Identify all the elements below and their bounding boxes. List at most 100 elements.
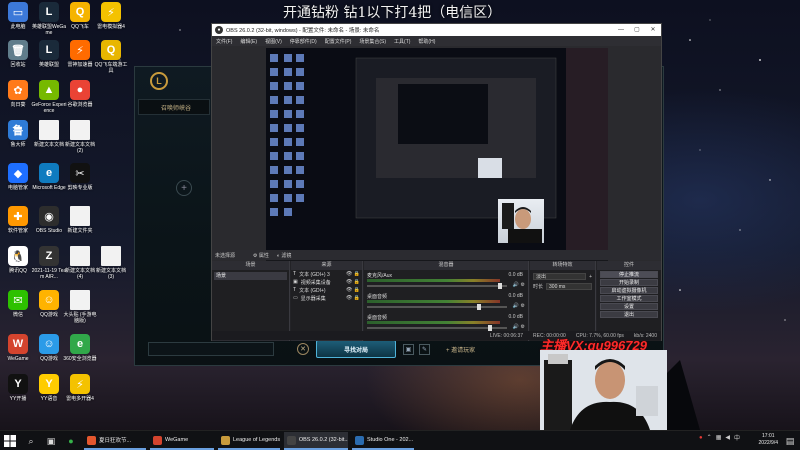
desktop-icon-label: 新建文件夹: [67, 228, 93, 234]
ime-icon[interactable]: 中: [734, 433, 740, 442]
mute-icon[interactable]: 🔊 ⚙: [513, 282, 525, 288]
source-item[interactable]: ▣ 视频采集设备 👁 🔒: [291, 278, 362, 286]
maximize-icon[interactable]: ▢: [629, 24, 645, 36]
control-button[interactable]: 开始录制: [600, 279, 658, 286]
desktop-app-icon: Y: [39, 374, 59, 394]
obs-preview-canvas[interactable]: [266, 48, 608, 268]
scene-item[interactable]: 场景: [214, 272, 287, 280]
obs-menu-item[interactable]: 帮助(H): [418, 38, 435, 45]
desktop-app-icon: [101, 246, 121, 266]
desktop-app-icon: ⚡: [101, 2, 121, 22]
control-button[interactable]: 退出: [600, 311, 658, 318]
taskbar-app[interactable]: Studio One - 202...: [352, 432, 414, 450]
taskbar-app-label: WeGame: [165, 437, 189, 443]
duration-input[interactable]: 300 ms: [546, 283, 592, 290]
source-label: 文本 (GDI+) 3: [299, 271, 330, 278]
volume-slider-track[interactable]: [367, 327, 507, 329]
obs-menu-item[interactable]: 工具(T): [394, 38, 410, 45]
volume-slider-handle[interactable]: [477, 304, 481, 310]
mute-icon[interactable]: 🔊 ⚙: [513, 303, 525, 309]
taskbar-clock[interactable]: 17:01 2022/9/4: [759, 433, 778, 447]
search-icon[interactable]: ⌕: [24, 434, 38, 448]
volume-slider-track[interactable]: [367, 285, 507, 287]
volume-slider-track[interactable]: [367, 306, 507, 308]
browser-pin-icon[interactable]: ●: [64, 434, 78, 448]
close-icon[interactable]: ✕: [645, 24, 661, 36]
visibility-icon[interactable]: 👁 🔒: [346, 287, 360, 293]
desktop-icon[interactable]: e 360安全浏览器: [62, 334, 98, 362]
chat-input[interactable]: [148, 342, 274, 356]
obs-menu-item[interactable]: 停靠部件(D): [290, 38, 317, 45]
source-item[interactable]: T 文本 (GDI+) 👁 🔒: [291, 286, 362, 294]
network-icon[interactable]: ▦: [716, 434, 722, 441]
volume-meter: [367, 279, 500, 282]
settings-icon[interactable]: ▣: [403, 344, 414, 355]
desktop-icon-label: QQ飞车端游工具: [94, 62, 128, 74]
tray-app-icon[interactable]: ●: [699, 435, 703, 441]
find-match-button[interactable]: 寻找对局: [316, 340, 396, 358]
add-transition-icon[interactable]: +: [589, 274, 592, 280]
desktop-icon[interactable]: 新建文本文档 (2): [62, 120, 98, 154]
visibility-icon[interactable]: 👁 🔒: [346, 295, 360, 301]
edit-icon[interactable]: ✎: [419, 344, 430, 355]
controls-dock-title: 控件: [597, 261, 661, 270]
mixer-db-value: 0.0 dB: [508, 272, 523, 278]
desktop-icon[interactable]: ● 谷歌浏览器: [62, 80, 98, 108]
obs-titlebar: ● OBS 26.0.2 (32-bit, windows) - 配置文件: 未…: [212, 24, 661, 36]
taskbar-app[interactable]: OBS 26.0.2 (32-bit...: [284, 432, 348, 450]
taskbar-app[interactable]: WeGame: [150, 432, 214, 450]
control-button[interactable]: 停止推流: [600, 271, 658, 278]
source-type-icon: T: [293, 287, 297, 293]
minimize-icon[interactable]: —: [613, 24, 629, 36]
tray-chevron-icon[interactable]: ⌃: [707, 434, 712, 441]
desktop-icon[interactable]: ✂ 剪映专业版: [62, 163, 98, 191]
game-mode-tab[interactable]: 召唤师峡谷: [138, 99, 210, 115]
desktop-icon[interactable]: 新建文件夹: [62, 206, 98, 234]
task-view-icon[interactable]: ▣: [44, 434, 58, 448]
mixer-channel-label: 桌面音频: [367, 294, 388, 300]
source-item[interactable]: ▭ 显示器采集 👁 🔒: [291, 294, 362, 302]
obs-menu-item[interactable]: 视图(V): [265, 38, 282, 45]
desktop-icon[interactable]: Q QQ飞车端游工具: [93, 40, 129, 74]
taskbar-app[interactable]: League of Legends: [218, 432, 280, 450]
desktop-icon[interactable]: 大头贴 (手游电脑版): [62, 290, 98, 324]
notification-icon[interactable]: ▤: [783, 434, 797, 448]
volume-icon[interactable]: ◀: [725, 434, 730, 441]
properties-button[interactable]: ⚙ 属性: [253, 252, 269, 259]
desktop-app-icon: ✉: [8, 290, 28, 310]
transition-select[interactable]: 淡出: [533, 273, 587, 280]
control-button[interactable]: 工作室模式: [600, 295, 658, 302]
mixer-dock: 混音器 麦克风/Aux 0.0 dB 🔊 ⚙ 桌面音频 0.0 dB 🔊 ⚙ 桌面音频 0.0…: [364, 261, 529, 341]
visibility-icon[interactable]: 👁 🔒: [346, 271, 360, 277]
desktop-app-icon: ⚡: [70, 40, 90, 60]
mute-icon[interactable]: 🔊 ⚙: [513, 324, 525, 330]
desktop-app-icon: [70, 206, 90, 226]
visibility-icon[interactable]: 👁 🔒: [346, 279, 360, 285]
taskbar-app[interactable]: 夏日狂欢节...: [84, 432, 146, 450]
source-item[interactable]: T 文本 (GDI+) 3 👁 🔒: [291, 270, 362, 278]
add-player-icon[interactable]: +: [176, 180, 192, 196]
obs-menu-item[interactable]: 编辑(E): [240, 38, 257, 45]
desktop-app-icon: ▭: [8, 2, 28, 22]
controls-dock: 控件 停止推流 开始录制 启动虚拟摄像机 工作室模式 设置 退出: [597, 261, 661, 341]
taskbar-app-icon: [153, 435, 162, 445]
desktop-icon[interactable]: ⚡ 雷电模拟器4: [93, 2, 129, 30]
filters-button[interactable]: ◐ 滤镜: [277, 252, 291, 259]
close-lobby-button[interactable]: ✕: [297, 343, 309, 355]
obs-menu-item[interactable]: 配置文件(P): [325, 38, 352, 45]
mixer-channel: 麦克风/Aux 0.0 dB 🔊 ⚙: [367, 272, 525, 291]
windows-start-icon[interactable]: [3, 434, 17, 448]
desktop-icon[interactable]: 新建文本文档 (3): [93, 246, 129, 280]
source-type-icon: ▭: [293, 295, 298, 301]
volume-slider-handle[interactable]: [498, 283, 502, 289]
taskbar: ⌕ ▣ ● 夏日狂欢节... WeGame League of Legends OBS…: [0, 430, 800, 450]
desktop-app-icon: [70, 120, 90, 140]
control-button[interactable]: 设置: [600, 303, 658, 310]
obs-menu-item[interactable]: 场景集合(S): [359, 38, 386, 45]
desktop-app-icon: ☺: [39, 290, 59, 310]
taskbar-app-icon: [221, 435, 230, 445]
obs-menu-item[interactable]: 文件(F): [216, 38, 232, 45]
desktop-icon[interactable]: ⚡ 雷电多开器4: [62, 374, 98, 402]
invite-players-link[interactable]: + 邀请玩家: [446, 345, 475, 354]
control-button[interactable]: 启动虚拟摄像机: [600, 287, 658, 294]
